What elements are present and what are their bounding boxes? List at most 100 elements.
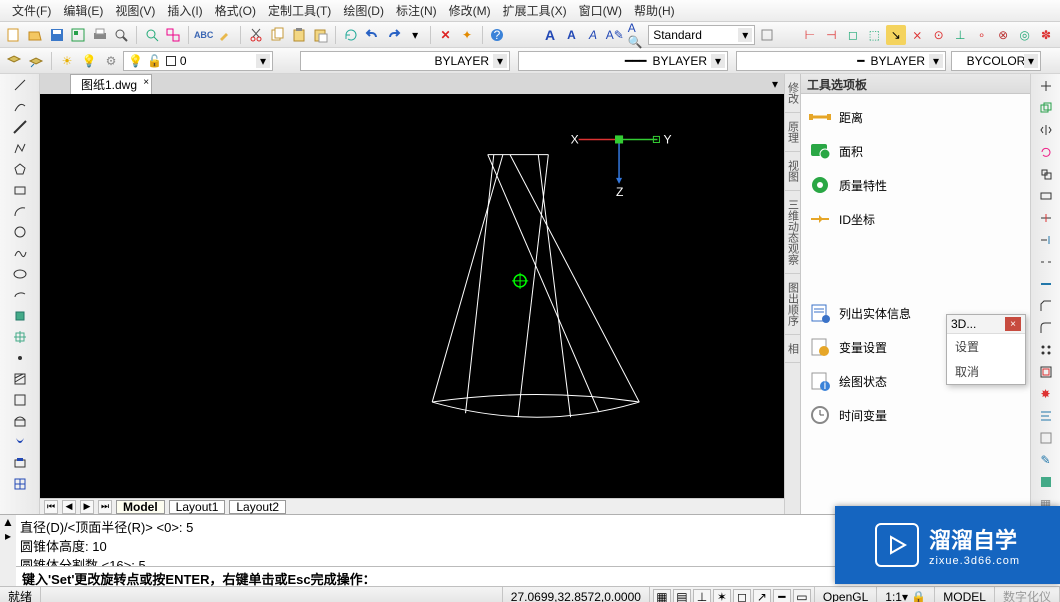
vtab-concept[interactable]: 原理 bbox=[785, 113, 801, 152]
osnap7-icon[interactable]: ⊙ bbox=[929, 25, 948, 45]
context-settings[interactable]: 设置 bbox=[947, 334, 1025, 359]
osnap3-icon[interactable]: ◻ bbox=[843, 25, 862, 45]
paste-special-icon[interactable] bbox=[311, 25, 330, 45]
menu-draw[interactable]: 绘图(D) bbox=[337, 0, 390, 21]
vtab-view[interactable]: 视图 bbox=[785, 152, 801, 191]
color-bylayer-combo[interactable]: BYLAYER▾ bbox=[300, 51, 510, 71]
block-icon[interactable] bbox=[11, 307, 29, 325]
ar-icon[interactable] bbox=[1036, 340, 1056, 360]
st-icon[interactable] bbox=[1036, 186, 1056, 206]
palette-mass[interactable]: 质量特性 bbox=[807, 168, 1024, 202]
circle-icon[interactable] bbox=[11, 223, 29, 241]
next-icon[interactable]: ▶ bbox=[80, 500, 94, 514]
close-icon[interactable]: × bbox=[143, 77, 149, 88]
region-icon[interactable] bbox=[11, 391, 29, 409]
menu-format[interactable]: 格式(O) bbox=[209, 0, 262, 21]
osnap10-icon[interactable]: ⊗ bbox=[993, 25, 1012, 45]
status-model[interactable]: MODEL bbox=[935, 587, 995, 602]
pe-icon[interactable]: ✎ bbox=[1036, 450, 1056, 470]
select-icon[interactable] bbox=[163, 25, 182, 45]
menu-edit[interactable]: 编辑(E) bbox=[57, 0, 109, 21]
polygon-icon[interactable] bbox=[11, 160, 29, 178]
purge-icon[interactable]: ✦ bbox=[457, 25, 476, 45]
br-icon[interactable] bbox=[1036, 252, 1056, 272]
ro-icon[interactable] bbox=[1036, 142, 1056, 162]
wipeout-icon[interactable] bbox=[11, 412, 29, 430]
gears-icon[interactable]: ⚙ bbox=[101, 51, 121, 71]
osnap4-icon[interactable]: ⬚ bbox=[865, 25, 884, 45]
insert-icon[interactable] bbox=[11, 328, 29, 346]
first-icon[interactable]: ⏮ bbox=[44, 500, 58, 514]
osnap9-icon[interactable]: ∘ bbox=[972, 25, 991, 45]
menu-help[interactable]: 帮助(H) bbox=[628, 0, 681, 21]
ortho-btn[interactable]: ⊥ bbox=[693, 589, 711, 602]
linetype-bylayer-combo[interactable]: ━━━BYLAYER▾ bbox=[518, 51, 728, 71]
ex-icon[interactable] bbox=[1036, 230, 1056, 250]
context-close-icon[interactable]: × bbox=[1005, 317, 1021, 331]
osnap2-icon[interactable]: ⊣ bbox=[822, 25, 841, 45]
osnap11-icon[interactable]: ◎ bbox=[1015, 25, 1034, 45]
xline-icon[interactable] bbox=[11, 118, 29, 136]
cmd-right-icon[interactable]: ▸ bbox=[5, 529, 11, 543]
layout-2[interactable]: Layout2 bbox=[229, 500, 286, 514]
sc-icon[interactable] bbox=[1036, 164, 1056, 184]
line-icon[interactable] bbox=[11, 76, 29, 94]
new-icon[interactable] bbox=[4, 25, 23, 45]
palette-area[interactable]: 面积 bbox=[807, 134, 1024, 168]
text-mod-icon[interactable]: A bbox=[583, 25, 602, 45]
menu-ext[interactable]: 扩展工具(X) bbox=[497, 0, 573, 21]
text-a2-icon[interactable]: A bbox=[562, 25, 581, 45]
osnap-btn[interactable]: ◻ bbox=[733, 589, 751, 602]
layout-model[interactable]: Model bbox=[116, 500, 165, 514]
drawing-canvas[interactable]: X Y Z bbox=[40, 94, 784, 498]
ed-icon[interactable] bbox=[1036, 428, 1056, 448]
status-digitizer[interactable]: 数字化仪 bbox=[995, 587, 1060, 602]
menu-tools[interactable]: 定制工具(T) bbox=[262, 0, 337, 21]
tr-icon[interactable] bbox=[1036, 208, 1056, 228]
menu-modify[interactable]: 修改(M) bbox=[443, 0, 497, 21]
cut-icon[interactable] bbox=[246, 25, 265, 45]
palette-id[interactable]: ID坐标 bbox=[807, 202, 1024, 236]
spell-icon[interactable]: ABC bbox=[194, 25, 214, 45]
refresh-icon[interactable] bbox=[341, 25, 360, 45]
vtab-cam[interactable]: 相 bbox=[785, 335, 801, 363]
bulb-icon[interactable]: 💡 bbox=[79, 51, 99, 71]
layer-mgr-icon[interactable] bbox=[4, 51, 24, 71]
open-icon[interactable] bbox=[25, 25, 44, 45]
palette-timevar[interactable]: 时间变量 bbox=[807, 398, 1024, 432]
menu-window[interactable]: 窗口(W) bbox=[573, 0, 628, 21]
rect-icon[interactable] bbox=[11, 181, 29, 199]
point-icon[interactable] bbox=[11, 349, 29, 367]
of-icon[interactable] bbox=[1036, 362, 1056, 382]
osnap5-icon[interactable]: ↘ bbox=[886, 25, 905, 45]
text-a-icon[interactable]: A bbox=[540, 25, 559, 45]
osnap1-icon[interactable]: ⊢ bbox=[800, 25, 819, 45]
al-icon[interactable] bbox=[1036, 406, 1056, 426]
vtab-order[interactable]: 图出顺序 bbox=[785, 274, 801, 335]
tab-drop-icon[interactable]: ▾ bbox=[766, 77, 784, 91]
status-scale[interactable]: 1:1 ▾ 🔒 bbox=[877, 587, 935, 602]
lwt-btn[interactable]: ━ bbox=[773, 589, 791, 602]
mi-icon[interactable] bbox=[1036, 120, 1056, 140]
drawing-tab[interactable]: 图纸1.dwg × bbox=[70, 74, 152, 94]
preview-icon[interactable] bbox=[111, 25, 130, 45]
polar-btn[interactable]: ✶ bbox=[713, 589, 731, 602]
sheet-icon[interactable] bbox=[68, 25, 87, 45]
text-style-combo[interactable]: Standard▾ bbox=[648, 25, 755, 45]
exp-icon[interactable]: ✸ bbox=[1036, 384, 1056, 404]
print-icon[interactable] bbox=[90, 25, 109, 45]
menu-insert[interactable]: 插入(I) bbox=[161, 0, 208, 21]
redo-icon[interactable] bbox=[384, 25, 403, 45]
donut-icon[interactable] bbox=[11, 433, 29, 451]
copy-icon[interactable] bbox=[268, 25, 287, 45]
menu-dim[interactable]: 标注(N) bbox=[390, 0, 443, 21]
cmd-up-icon[interactable]: ▲ bbox=[2, 515, 14, 529]
undo-icon[interactable] bbox=[362, 25, 381, 45]
bycolor-combo[interactable]: BYCOLOR▾ bbox=[951, 51, 1041, 71]
save-icon[interactable] bbox=[47, 25, 66, 45]
paste-icon[interactable] bbox=[289, 25, 308, 45]
brush-icon[interactable] bbox=[216, 25, 235, 45]
undo-drop-icon[interactable]: ▾ bbox=[405, 25, 424, 45]
prev-icon[interactable]: ◀ bbox=[62, 500, 76, 514]
text-style-icon[interactable]: A✎ bbox=[605, 25, 625, 45]
